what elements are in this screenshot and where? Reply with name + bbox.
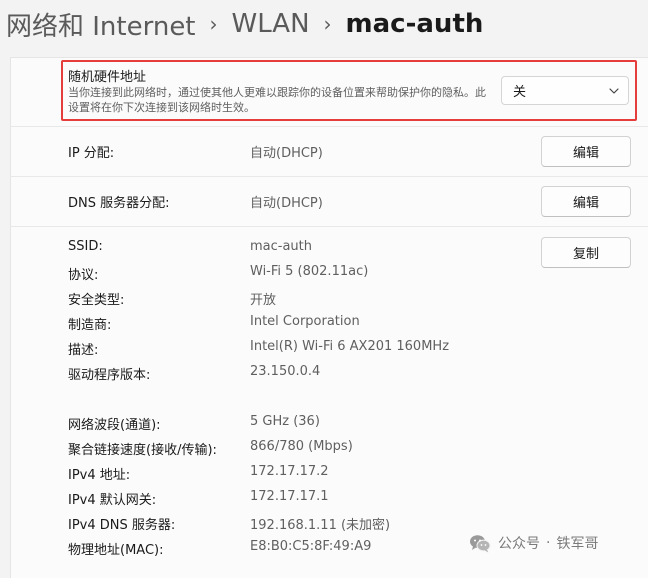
watermark-platform: 公众号 xyxy=(498,536,540,552)
property-value-band-channel: 5 GHz (36) xyxy=(250,414,320,429)
property-label-ipv4-dns: IPv4 DNS 服务器: xyxy=(68,518,176,533)
property-value-description: Intel(R) Wi-Fi 6 AX201 160MHz xyxy=(250,339,450,354)
dns-assignment-value: 自动(DHCP) xyxy=(250,196,323,211)
watermark: 公众号 · 铁军哥 xyxy=(469,533,598,553)
property-label-ipv4-address: IPv4 地址: xyxy=(68,468,131,483)
property-label-link-speed: 聚合链接速度(接收/传输): xyxy=(68,443,217,458)
property-value-link-speed: 866/780 (Mbps) xyxy=(250,439,353,454)
property-label-driver-version: 驱动程序版本: xyxy=(68,368,151,383)
property-value-driver-version: 23.150.0.4 xyxy=(250,364,321,379)
dns-assignment-label: DNS 服务器分配: xyxy=(68,196,170,211)
edit-dns-button[interactable]: 编辑 xyxy=(541,186,631,217)
property-value-manufacturer: Intel Corporation xyxy=(250,314,360,329)
breadcrumb: 网络和 Internet › WLAN › mac-auth xyxy=(6,4,483,44)
breadcrumb-separator: › xyxy=(323,12,332,36)
property-value-mac-address: E8:B0:C5:8F:49:A9 xyxy=(250,539,372,554)
watermark-author: 铁军哥 xyxy=(556,536,599,552)
property-value-ipv4-gateway: 172.17.17.1 xyxy=(250,489,329,504)
row-divider xyxy=(10,126,648,127)
property-value-security-type: 开放 xyxy=(250,293,277,308)
property-value-protocol: Wi-Fi 5 (802.11ac) xyxy=(250,264,369,279)
random-mac-description: 当你连接到此网络时，通过使其他人更难以跟踪你的设备位置来帮助保护你的隐私。此设置… xyxy=(68,86,486,114)
breadcrumb-separator: › xyxy=(209,12,218,36)
property-label-ssid: SSID: xyxy=(68,239,103,254)
chevron-down-icon xyxy=(600,77,628,104)
random-mac-title: 随机硬件地址 xyxy=(68,70,147,85)
edit-ip-button[interactable]: 编辑 xyxy=(541,136,631,167)
page-title: mac-auth xyxy=(345,9,484,39)
property-value-ipv4-dns: 192.168.1.11 (未加密) xyxy=(250,518,391,533)
ip-assignment-label: IP 分配: xyxy=(68,146,115,161)
breadcrumb-wlan[interactable]: WLAN xyxy=(232,9,310,39)
wechat-logo-icon xyxy=(469,534,491,553)
property-label-manufacturer: 制造商: xyxy=(68,318,112,333)
property-label-protocol: 协议: xyxy=(68,268,99,283)
property-value-ssid: mac-auth xyxy=(250,239,313,254)
watermark-separator: · xyxy=(546,535,551,551)
row-divider xyxy=(10,226,648,227)
random-mac-select[interactable]: 关 xyxy=(501,76,629,105)
random-mac-selected-value: 关 xyxy=(513,85,527,100)
row-divider xyxy=(10,176,648,177)
property-label-security-type: 安全类型: xyxy=(68,293,125,308)
breadcrumb-network-internet[interactable]: 网络和 Internet xyxy=(6,6,196,43)
property-label-mac-address: 物理地址(MAC): xyxy=(68,543,164,558)
property-label-description: 描述: xyxy=(68,343,99,358)
copy-button[interactable]: 复制 xyxy=(541,237,631,268)
property-value-ipv4-address: 172.17.17.2 xyxy=(250,464,329,479)
ip-assignment-value: 自动(DHCP) xyxy=(250,146,323,161)
property-label-ipv4-gateway: IPv4 默认网关: xyxy=(68,493,157,508)
property-label-band-channel: 网络波段(通道): xyxy=(68,418,161,433)
